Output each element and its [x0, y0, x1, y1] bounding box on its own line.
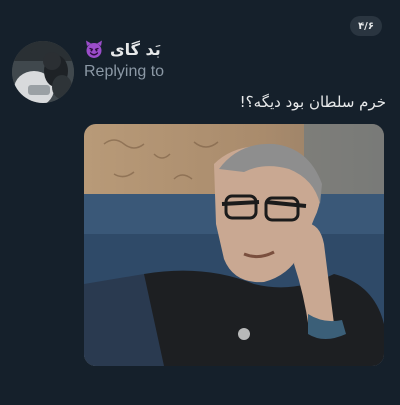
avatar-image — [12, 41, 74, 103]
tweet-text: خرم سلطان بود دیگه؟! — [239, 93, 386, 111]
smiling-devil-icon — [86, 40, 102, 58]
page-indicator-badge: ۴/۶ — [350, 16, 382, 36]
tweet-media-image[interactable] — [84, 124, 384, 366]
page-indicator-label: ۴/۶ — [358, 20, 374, 32]
display-name[interactable]: بَد گای — [110, 40, 161, 59]
replying-to-label: Replying to — [84, 63, 165, 80]
avatar[interactable] — [12, 41, 74, 103]
meme-photo — [84, 124, 384, 366]
display-name-row: بَد گای — [84, 38, 161, 60]
